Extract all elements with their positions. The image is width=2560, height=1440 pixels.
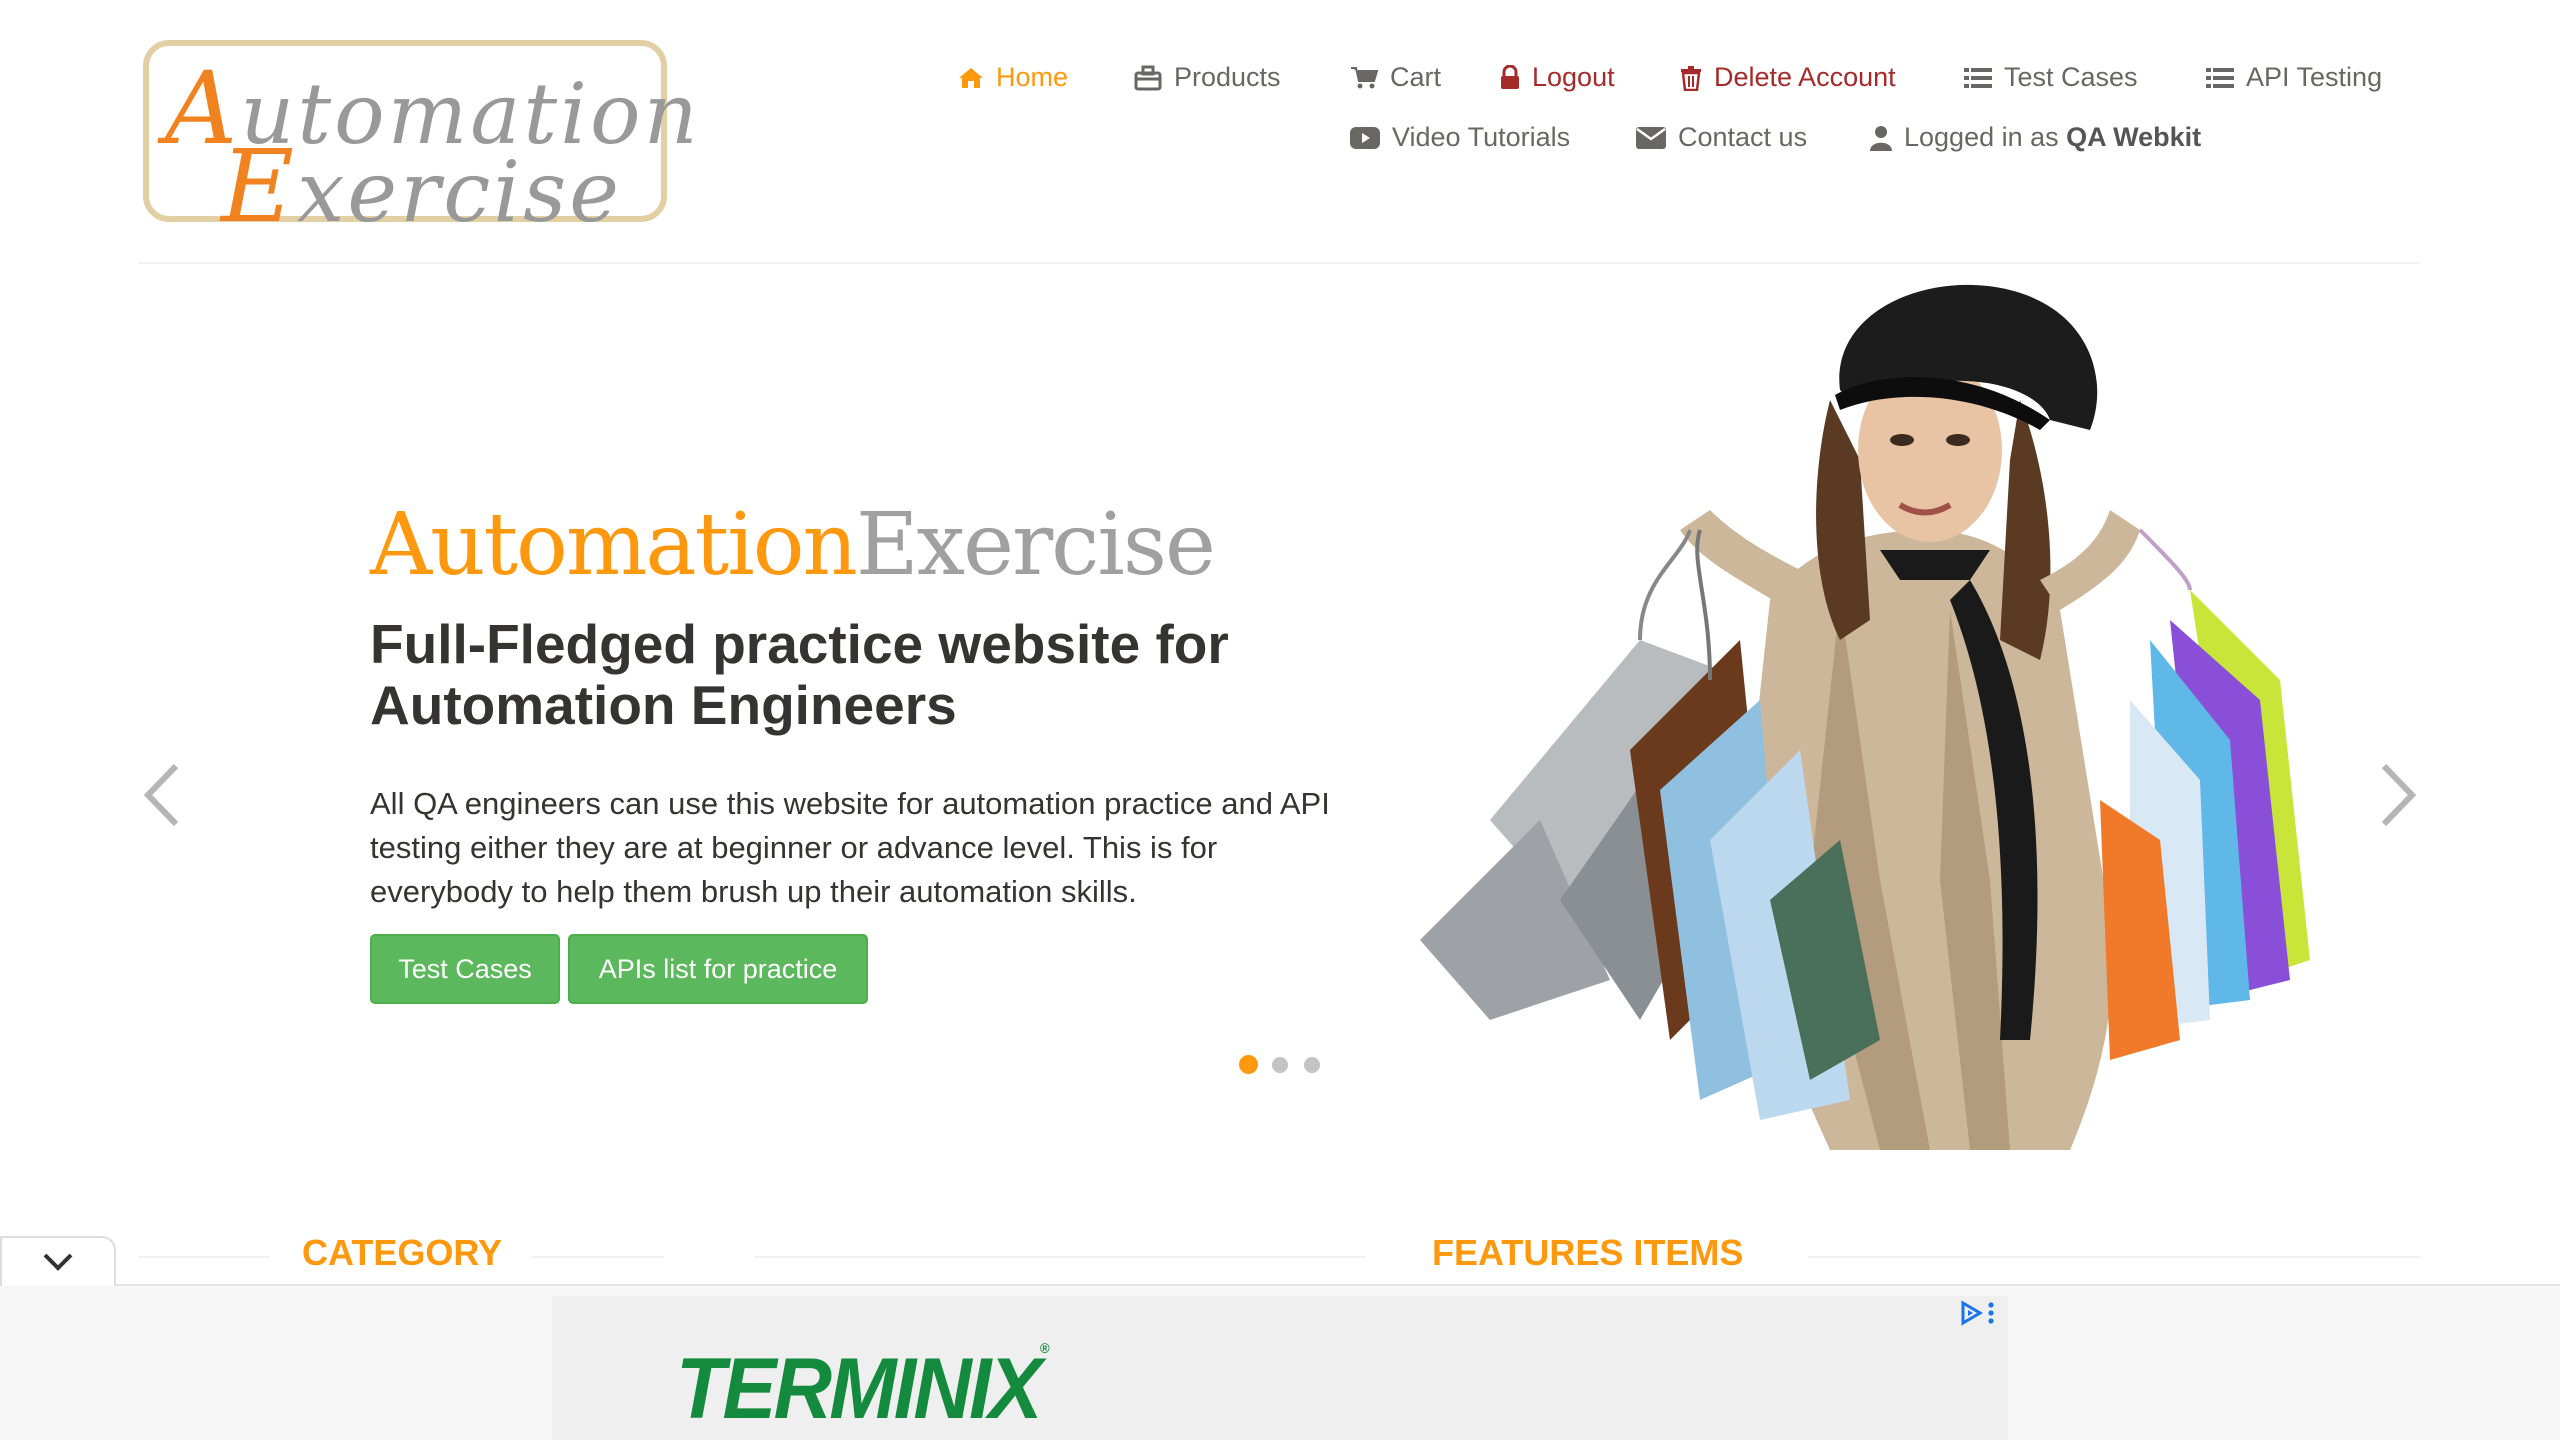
adchoices-icon[interactable]	[1958, 1300, 1984, 1326]
cart-icon	[1351, 66, 1378, 88]
user-icon	[1870, 125, 1892, 151]
products-icon	[1134, 65, 1162, 90]
nav-logged-in: Logged in as QA Webkit	[1870, 122, 2201, 153]
ad-menu-dots-icon[interactable]	[1986, 1300, 1996, 1326]
nav-test-cases[interactable]: Test Cases	[1964, 62, 2138, 93]
nav-logout-label: Logout	[1532, 62, 1615, 92]
slider-prev-arrow[interactable]	[138, 760, 188, 830]
hero-heading: Full-Fledged practice website for Automa…	[370, 613, 1229, 736]
slider-dot-1[interactable]	[1239, 1055, 1258, 1074]
list-icon	[1964, 67, 1992, 88]
nav-cart[interactable]: Cart	[1350, 62, 1441, 93]
nav-logout[interactable]: Logout	[1500, 62, 1615, 93]
envelope-icon	[1636, 126, 1666, 149]
nav-delete-account-label: Delete Account	[1714, 62, 1896, 92]
list-icon	[2206, 67, 2234, 88]
nav-products-label: Products	[1174, 62, 1281, 92]
header-divider	[138, 262, 2420, 264]
logo-line-2: Exercise	[221, 128, 622, 245]
nav-contact-us[interactable]: Contact us	[1636, 122, 1807, 153]
category-line-right	[532, 1256, 664, 1258]
features-line-left	[754, 1256, 1366, 1258]
home-icon	[959, 67, 983, 88]
slider-dot-3[interactable]	[1304, 1057, 1320, 1073]
youtube-icon	[1350, 126, 1380, 149]
test-cases-button[interactable]: Test Cases	[370, 934, 560, 1004]
nav-test-cases-label: Test Cases	[2004, 62, 2138, 92]
category-line-left	[138, 1256, 270, 1258]
features-heading: FEATURES ITEMS	[1432, 1232, 1744, 1273]
ad-collapse-toggle[interactable]	[0, 1236, 116, 1286]
slider-dot-2[interactable]	[1272, 1057, 1288, 1073]
nav-api-testing[interactable]: API Testing	[2206, 62, 2382, 93]
site-logo[interactable]: Automation Exercise	[143, 40, 698, 245]
hero-brand: AutomationExercise	[370, 495, 1216, 595]
logged-in-text: Logged in as QA Webkit	[1904, 122, 2202, 152]
nav-products[interactable]: Products	[1134, 62, 1281, 93]
nav-contact-us-label: Contact us	[1678, 122, 1808, 152]
category-heading: CATEGORY	[302, 1232, 503, 1273]
hero-description: All QA engineers can use this website fo…	[370, 786, 1330, 909]
nav-home-label: Home	[996, 62, 1069, 92]
ad-brand-logo[interactable]: TERMINIX®	[676, 1340, 1050, 1439]
trash-icon	[1681, 65, 1701, 91]
nav-home[interactable]: Home	[958, 62, 1068, 93]
nav-video-tutorials-label: Video Tutorials	[1392, 122, 1571, 152]
features-line-right	[1808, 1256, 2420, 1258]
nav-video-tutorials[interactable]: Video Tutorials	[1350, 122, 1570, 153]
chevron-down-icon	[43, 1253, 73, 1271]
nav-cart-label: Cart	[1390, 62, 1442, 92]
nav-api-testing-label: API Testing	[2246, 62, 2383, 92]
lock-icon	[1501, 64, 1519, 89]
nav-delete-account[interactable]: Delete Account	[1680, 62, 1896, 93]
logged-in-username: QA Webkit	[2066, 122, 2202, 152]
hero-shopping-girl-image	[1420, 284, 2310, 1150]
apis-list-button[interactable]: APIs list for practice	[568, 934, 868, 1004]
